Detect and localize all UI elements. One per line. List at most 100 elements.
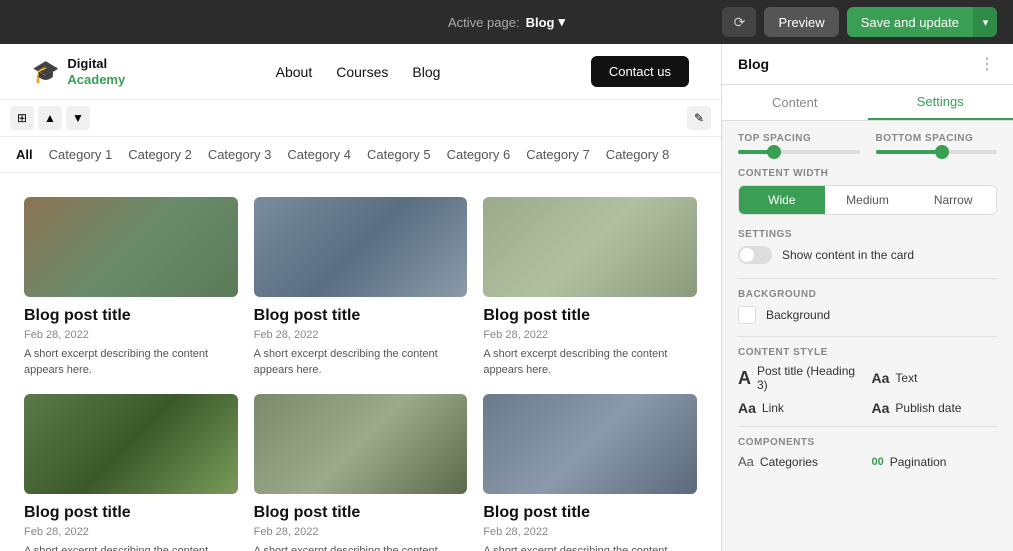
blog-image-5 [254,394,468,494]
blog-card: Blog post title Feb 28, 2022 A short exc… [246,189,476,386]
comp-categories: Aa Categories [738,454,864,469]
blog-excerpt: A short excerpt describing the content a… [24,544,238,551]
settings-section-label: SETTINGS [738,229,997,240]
style-text-label: Text [895,371,917,385]
category-tab-2[interactable]: Category 2 [128,147,192,162]
blog-title: Blog post title [483,307,697,325]
style-link-label: Link [762,401,784,415]
panel-body: TOP SPACING BOTTOM SPACING CONTENT WI [722,121,1013,551]
blog-title: Blog post title [254,307,468,325]
logo-line2: Academy [67,72,125,88]
width-options: Wide Medium Narrow [738,185,997,215]
category-tab-all[interactable]: All [16,147,33,162]
blog-image-1 [24,197,238,297]
category-tab-6[interactable]: Category 6 [447,147,511,162]
blog-title: Blog post title [254,504,468,522]
top-bar: Active page: Blog ▾ ⟳ Preview Save and u… [0,0,1013,44]
content-style-label: CONTENT STYLE [738,347,997,358]
right-panel: Blog ⋮ Content Settings TOP SPACING BOTT… [721,44,1013,551]
style-post-title: A Post title (Heading 3) [738,364,864,392]
logo-icon: 🎓 [32,59,59,85]
style-aa-link: Aa [738,400,756,416]
category-tab-5[interactable]: Category 5 [367,147,431,162]
blog-card: Blog post title Feb 28, 2022 A short exc… [475,386,705,551]
style-publish-label: Publish date [895,401,961,415]
nav-courses[interactable]: Courses [336,64,388,80]
show-in-card-row: Show content in the card [738,246,997,264]
top-spacing-track[interactable] [738,150,860,154]
components-grid: Aa Categories 00 Pagination [738,454,997,469]
logo-line1: Digital [67,56,125,72]
divider-3 [738,426,997,427]
top-spacing-thumb[interactable] [767,145,781,159]
width-wide[interactable]: Wide [739,186,825,214]
preview-button[interactable]: Preview [764,7,838,37]
comp-aa-categories: Aa [738,454,754,469]
page-name: Blog ▾ [526,14,565,30]
style-publish-date: Aa Publish date [872,400,998,416]
spacing-group: TOP SPACING BOTTOM SPACING [738,133,997,154]
blog-grid: Blog post title Feb 28, 2022 A short exc… [0,173,721,551]
comp-dots-pagination: 00 [872,456,884,468]
edit-block-button[interactable]: ✎ [687,106,711,130]
site-nav: About Courses Blog [276,64,441,80]
blog-title: Blog post title [483,504,697,522]
top-spacing-label: TOP SPACING [738,133,860,144]
logo: 🎓 Digital Academy [32,56,125,87]
contact-button[interactable]: Contact us [591,56,689,87]
grid-view-button[interactable]: ⊞ [10,106,34,130]
bottom-spacing-fill [876,150,943,154]
dropdown-chevron[interactable]: ▾ [558,14,565,30]
blog-image-3 [483,197,697,297]
category-tab-7[interactable]: Category 7 [526,147,590,162]
nav-blog[interactable]: Blog [412,64,440,80]
bottom-spacing-thumb[interactable] [935,145,949,159]
move-down-button[interactable]: ▼ [66,106,90,130]
blog-excerpt: A short excerpt describing the content a… [254,347,468,378]
top-bar-actions: ⟳ Preview Save and update ▾ [722,7,997,37]
divider-2 [738,336,997,337]
active-page-label: Active page: [448,15,520,30]
divider-1 [738,278,997,279]
panel-header: Blog ⋮ [722,44,1013,85]
blog-card: Blog post title Feb 28, 2022 A short exc… [16,386,246,551]
width-narrow[interactable]: Narrow [910,186,996,214]
style-aa-publish: Aa [872,400,890,416]
save-group: Save and update ▾ [847,7,997,37]
nav-about[interactable]: About [276,64,313,80]
logo-text: Digital Academy [67,56,125,87]
save-button[interactable]: Save and update [847,7,973,37]
save-dropdown-button[interactable]: ▾ [973,7,997,37]
blog-excerpt: A short excerpt describing the content a… [483,544,697,551]
comp-categories-label: Categories [760,455,818,469]
components-label: COMPONENTS [738,437,997,448]
category-tab-4[interactable]: Category 4 [287,147,351,162]
move-up-button[interactable]: ▲ [38,106,62,130]
panel-menu-icon[interactable]: ⋮ [979,54,997,74]
blog-excerpt: A short excerpt describing the content a… [254,544,468,551]
comp-pagination: 00 Pagination [872,454,998,469]
blog-title: Blog post title [24,504,238,522]
show-in-card-label: Show content in the card [782,248,914,262]
category-tab-3[interactable]: Category 3 [208,147,272,162]
panel-tabs: Content Settings [722,85,1013,121]
show-in-card-toggle[interactable] [738,246,772,264]
comp-pagination-label: Pagination [890,455,947,469]
blog-excerpt: A short excerpt describing the content a… [483,347,697,378]
category-tab-1[interactable]: Category 1 [49,147,113,162]
tab-settings[interactable]: Settings [868,85,1013,120]
blog-date: Feb 28, 2022 [483,526,697,538]
site-header: 🎓 Digital Academy About Courses Blog Con… [0,44,721,100]
history-button[interactable]: ⟳ [722,7,756,37]
background-swatch[interactable] [738,306,756,324]
content-width-row: CONTENT WIDTH Wide Medium Narrow [738,168,997,215]
tab-content[interactable]: Content [722,85,868,120]
block-toolbar: ⊞ ▲ ▼ ✎ [0,100,721,137]
category-tab-8[interactable]: Category 8 [606,147,670,162]
style-post-title-label: Post title (Heading 3) [757,364,864,392]
background-label: BACKGROUND [738,289,997,300]
width-medium[interactable]: Medium [825,186,911,214]
bottom-spacing-track[interactable] [876,150,998,154]
style-aa-post-title: A [738,368,751,389]
blog-image-6 [483,394,697,494]
